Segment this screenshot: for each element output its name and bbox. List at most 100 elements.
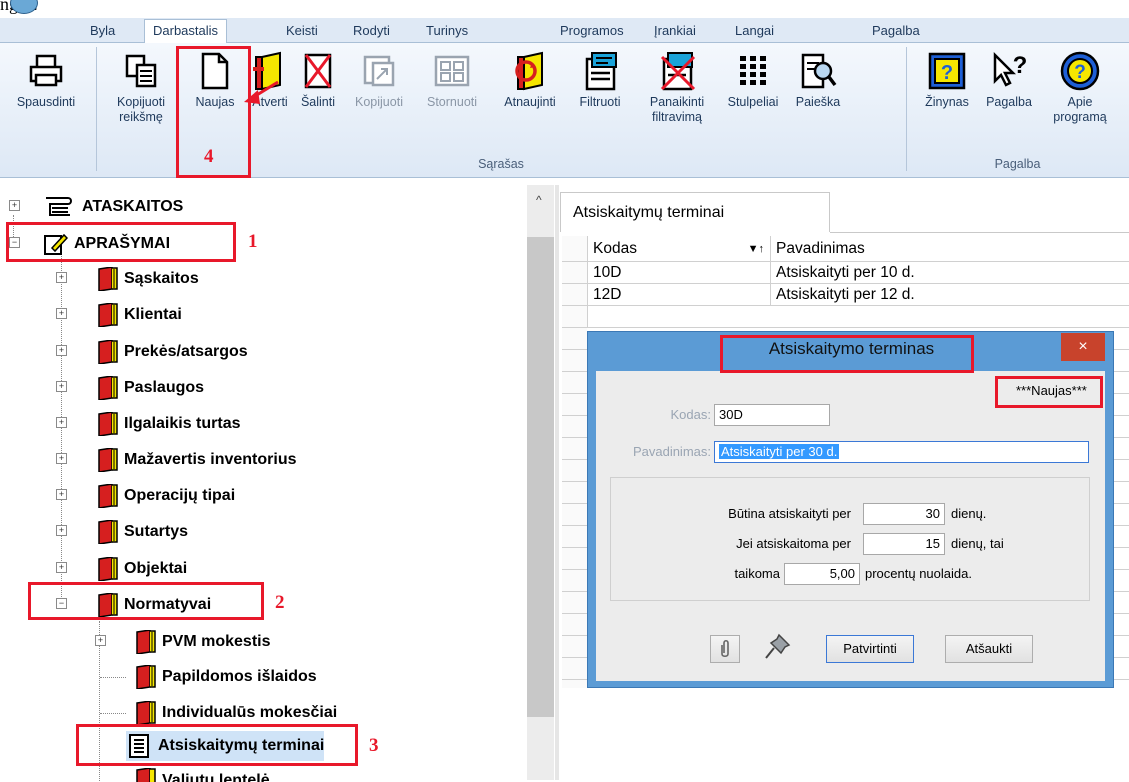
expand-icon[interactable]: + — [56, 562, 67, 573]
book-icon — [92, 266, 118, 292]
copy-value-icon — [125, 54, 157, 88]
cell-kodas[interactable]: 12D — [588, 284, 771, 306]
panel-splitter[interactable] — [555, 185, 559, 780]
scrollbar-thumb[interactable] — [527, 237, 554, 717]
expand-icon[interactable]: + — [56, 272, 67, 283]
delete-label: Šalinti — [300, 95, 336, 109]
tab-pagalba[interactable]: Pagalba — [864, 21, 928, 41]
tree-item-ataskaitos[interactable]: ATASKAITOS — [42, 192, 183, 222]
clear-filter-label: Panaikinti filtravimą — [649, 95, 705, 124]
row-indicator[interactable] — [562, 284, 588, 306]
column-header-kodas[interactable]: Kodas ▼↑ — [588, 236, 771, 262]
tab-darbastalis[interactable]: Darbastalis — [144, 19, 228, 44]
expand-icon[interactable]: + — [56, 489, 67, 500]
grid-empty-indicators — [562, 328, 587, 688]
delete-button[interactable]: Šalinti — [294, 47, 342, 110]
pin-button[interactable] — [760, 631, 796, 663]
tab-keisti[interactable]: Keisti — [278, 21, 326, 41]
cancel-button[interactable]: Atšaukti — [945, 635, 1033, 663]
tree-item-klientai[interactable]: Klientai — [92, 300, 182, 330]
sort-icon[interactable]: ▼↑ — [748, 236, 764, 262]
tree-label: Mažavertis inventorius — [124, 451, 297, 468]
row-indicator[interactable] — [562, 262, 588, 284]
book-icon — [92, 375, 118, 401]
expand-icon[interactable]: + — [9, 200, 20, 211]
ribbon-separator — [96, 47, 97, 171]
empty-row[interactable] — [588, 306, 1129, 328]
if-paid-unit: dienų, tai — [951, 536, 1004, 551]
row-indicator[interactable] — [562, 306, 588, 328]
if-paid-label: Jei atsiskaitoma per — [736, 536, 851, 551]
filter-button[interactable]: Filtruoti — [570, 47, 630, 110]
if-paid-input[interactable]: 15 — [863, 533, 945, 555]
column-header-label: Kodas — [593, 240, 637, 257]
clear-filter-button[interactable]: Panaikinti filtravimą — [634, 47, 720, 125]
tab-programos[interactable]: Programos — [552, 21, 632, 41]
tree-item-pvm[interactable]: PVM mokestis — [130, 627, 270, 657]
expand-icon[interactable]: + — [56, 453, 67, 464]
refresh-button[interactable]: Atnaujinti — [492, 47, 568, 110]
discount-input[interactable]: 5,00 — [784, 563, 860, 585]
expand-icon[interactable]: + — [56, 417, 67, 428]
expand-icon[interactable]: + — [56, 381, 67, 392]
tree-item-prekes[interactable]: Prekės/atsargos — [92, 337, 248, 367]
scroll-icon — [42, 195, 76, 219]
tree-item-papildomos[interactable]: Papildomos išlaidos — [130, 662, 317, 692]
search-icon — [801, 53, 837, 89]
tree-label: Operacijų tipai — [124, 487, 236, 504]
about-icon: ? — [1060, 51, 1100, 91]
tree-label: Sutartys — [124, 523, 189, 540]
tab-turinys[interactable]: Turinys — [418, 21, 476, 41]
help-book-button[interactable]: ? Žinynas — [914, 47, 980, 110]
annotation-number-2: 2 — [275, 592, 285, 613]
expand-icon[interactable]: + — [56, 525, 67, 536]
expand-icon[interactable]: + — [56, 345, 67, 356]
close-button[interactable]: × — [1061, 333, 1105, 361]
print-button[interactable]: Spausdinti — [4, 47, 88, 110]
storno-button[interactable]: Stornuoti — [414, 47, 490, 110]
tree-item-sutartys[interactable]: Sutartys — [92, 517, 188, 547]
about-button[interactable]: ? Apie programą — [1040, 47, 1120, 125]
attach-button[interactable] — [710, 635, 740, 663]
tree-item-mazavertis[interactable]: Mažavertis inventorius — [92, 445, 297, 475]
applied-label: taikoma — [734, 566, 780, 581]
tree-scrollbar[interactable]: ^ — [527, 185, 554, 780]
tree-label: Sąskaitos — [124, 270, 199, 287]
copy-value-button[interactable]: Kopijuoti reikšmę — [104, 47, 178, 125]
tab-irankiai[interactable]: Įrankiai — [646, 21, 704, 41]
must-pay-label: Būtina atsiskaityti per — [728, 506, 851, 521]
group-label-help: Pagalba — [994, 157, 1041, 171]
copy-button[interactable]: Kopijuoti — [344, 47, 414, 110]
cell-pavadinimas[interactable]: Atsiskaityti per 10 d. — [771, 262, 1129, 284]
columns-icon — [740, 56, 766, 85]
help-pointer-button[interactable]: ? Pagalba — [980, 47, 1038, 110]
search-button[interactable]: Paieška — [790, 47, 846, 110]
cell-pavadinimas[interactable]: Atsiskaityti per 12 d. — [771, 284, 1129, 306]
printer-icon — [29, 54, 63, 87]
column-header-pavadinimas[interactable]: Pavadinimas — [771, 236, 1129, 262]
navigation-tree: + ATASKAITOS − APRAŠYMAI + Sąskaitos + K… — [0, 185, 555, 782]
tree-item-saskaitos[interactable]: Sąskaitos — [92, 264, 199, 294]
tree-item-objektai[interactable]: Objektai — [92, 554, 187, 584]
expand-icon[interactable]: + — [95, 635, 106, 646]
scroll-up-icon[interactable]: ^ — [536, 193, 542, 207]
tree-item-operaciju-tipai[interactable]: Operacijų tipai — [92, 481, 235, 511]
about-label: Apie programą — [1053, 95, 1107, 124]
tab-rodyti[interactable]: Rodyti — [345, 21, 398, 41]
name-input[interactable]: Atsiskaityti per 30 d. — [714, 441, 1089, 463]
tree-item-ilgalaikis-turtas[interactable]: Ilgalaikis turtas — [92, 409, 241, 439]
tab-byla[interactable]: Byla — [82, 21, 123, 41]
tab-langai[interactable]: Langai — [727, 21, 782, 41]
row-indicator[interactable] — [562, 236, 588, 262]
must-pay-input[interactable]: 30 — [863, 503, 945, 525]
ribbon: Spausdinti Kopijuoti reikšmę Naujas Atve… — [0, 43, 1129, 178]
columns-button[interactable]: Stulpeliai — [718, 47, 788, 110]
code-input[interactable]: 30D — [714, 404, 830, 426]
confirm-button[interactable]: Patvirtinti — [826, 635, 914, 663]
cell-kodas[interactable]: 10D — [588, 262, 771, 284]
help-pointer-label: Pagalba — [986, 95, 1032, 109]
grid-tab[interactable]: Atsiskaitymų terminai — [560, 192, 830, 232]
expand-icon[interactable]: + — [56, 308, 67, 319]
pin-icon — [765, 633, 791, 659]
tree-item-paslaugos[interactable]: Paslaugos — [92, 373, 204, 403]
